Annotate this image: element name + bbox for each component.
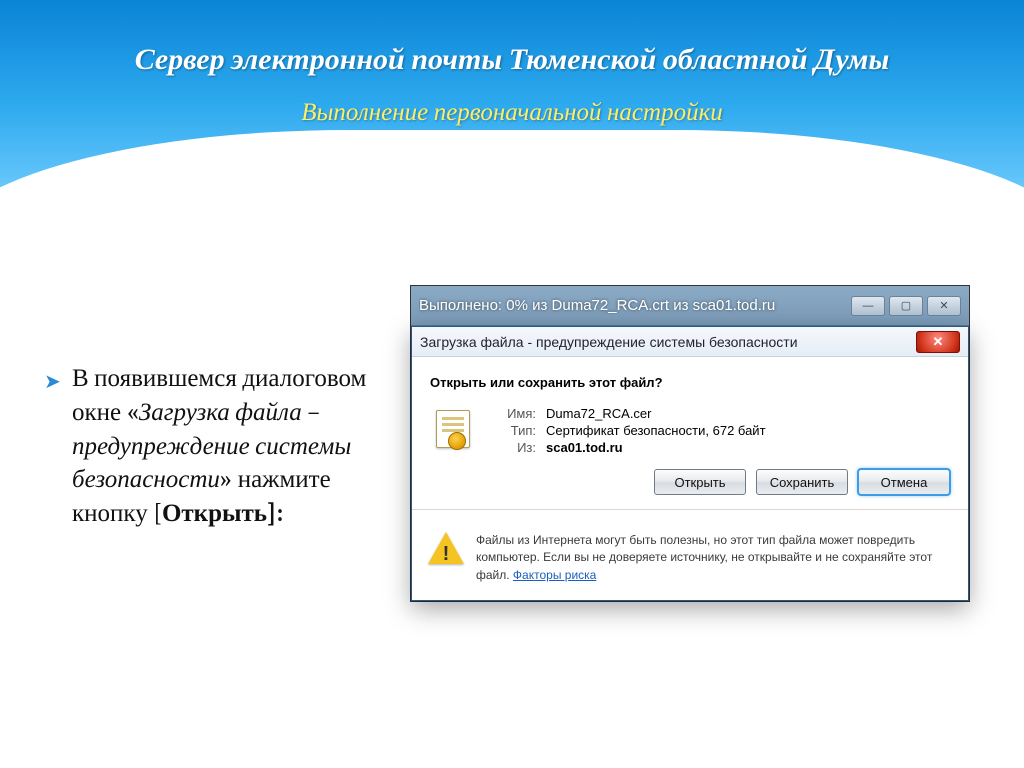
slide-title: Сервер электронной почты Тюменской облас… (0, 42, 1024, 77)
dialog-title: Загрузка файла - предупреждение системы … (420, 334, 798, 350)
warning-footer: ! Файлы из Интернета могут быть полезны,… (412, 518, 968, 600)
dialog-titlebar[interactable]: Загрузка файла - предупреждение системы … (412, 327, 968, 357)
from-value: sca01.tod.ru (546, 440, 623, 455)
name-value: Duma72_RCA.cer (546, 406, 652, 421)
dialog-button-row: Открыть Сохранить Отмена (550, 469, 950, 495)
warning-icon: ! (428, 532, 464, 568)
warning-text: Файлы из Интернета могут быть полезны, н… (476, 532, 952, 584)
button-name-strong: Открыть (162, 499, 267, 528)
slide-subtitle: Выполнение первоначальной настройки (0, 98, 1024, 127)
close-window-button[interactable]: ✕ (927, 296, 961, 316)
instruction-text: ➤ В появившемся диалоговом окне «Загрузк… (72, 362, 388, 531)
open-button[interactable]: Открыть (654, 469, 746, 495)
separator (412, 509, 968, 510)
save-button[interactable]: Сохранить (756, 469, 848, 495)
risk-factors-link[interactable]: Факторы риска (513, 568, 596, 582)
parent-window-titlebar[interactable]: Выполнено: 0% из Duma72_RCA.crt из sca01… (411, 286, 969, 326)
name-label: Имя: (490, 406, 536, 421)
close-dialog-button[interactable]: ✕ (916, 331, 960, 353)
slide-header: Сервер электронной почты Тюменской облас… (0, 0, 1024, 260)
maximize-button[interactable]: ▢ (889, 296, 923, 316)
certificate-icon (430, 410, 476, 456)
security-warning-dialog: Загрузка файла - предупреждение системы … (411, 326, 969, 601)
minimize-button[interactable]: — (851, 296, 885, 316)
type-label: Тип: (490, 423, 536, 438)
from-label: Из: (490, 440, 536, 455)
cancel-button[interactable]: Отмена (858, 469, 950, 495)
type-value: Сертификат безопасности, 672 байт (546, 423, 766, 438)
file-details: Имя: Duma72_RCA.cer Тип: Сертификат безо… (490, 404, 950, 499)
window-controls: — ▢ ✕ (851, 296, 961, 316)
parent-window-title: Выполнено: 0% из Duma72_RCA.crt из sca01… (419, 297, 851, 314)
dialog-composite: Выполнено: 0% из Duma72_RCA.crt из sca01… (410, 285, 970, 602)
dialog-question: Открыть или сохранить этот файл? (430, 375, 950, 390)
text-segment: ]: (267, 499, 283, 528)
bullet-arrow-icon: ➤ (44, 368, 61, 395)
